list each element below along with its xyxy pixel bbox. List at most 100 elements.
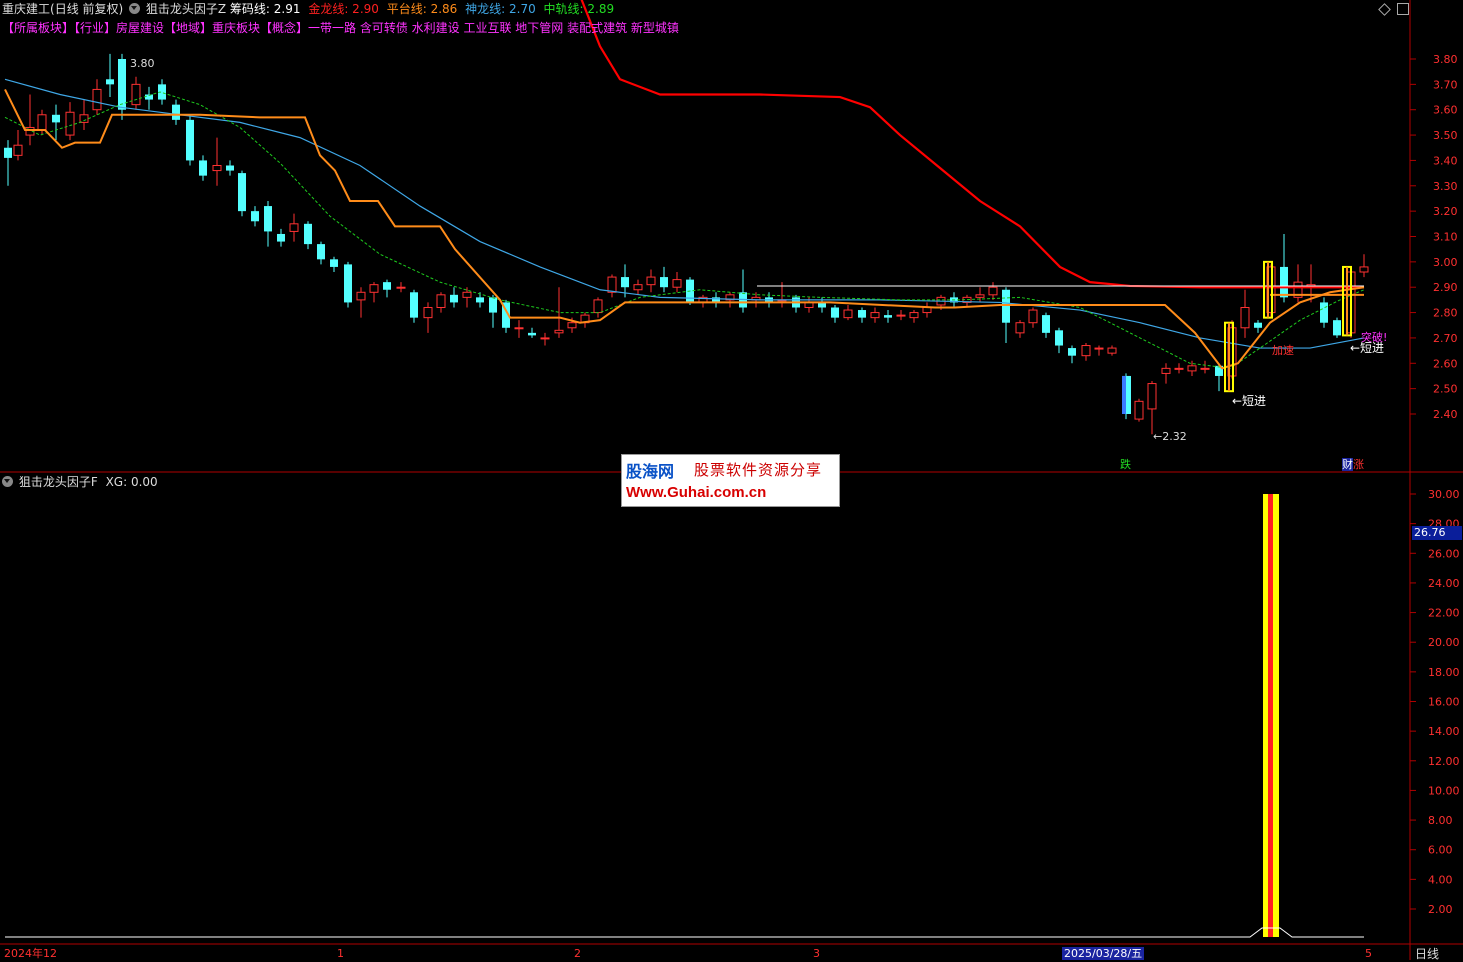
high-price-label: 3.80 [130,57,155,70]
candle-body-up [607,276,617,293]
main-axis-label: 3.40 [1433,154,1458,167]
sub-panel-header: 狙击龙头因子F XG: 0.00 [2,474,158,490]
main-axis-label: 3.50 [1433,129,1458,142]
candle-body-up [1081,345,1091,357]
zhang-label: 涨 [1353,458,1364,471]
xg-baseline [5,927,1364,938]
mid-line-value: 中轨线: 2.89 [543,2,615,16]
candle-body-up [540,337,550,340]
candle-body-down [528,332,536,336]
candle-body-down [383,282,391,290]
candle-body-up [212,165,222,172]
buy-signal-core [1267,261,1269,318]
period-button[interactable]: 日线 [1415,945,1439,962]
candle-body-up [988,286,998,296]
gold-line-value: 金龙线: 2.90 [308,2,379,16]
candle-body-down [476,297,484,303]
chart-mode: (日线 前复权) [50,2,124,16]
watermark-name: 股海网 [626,462,675,481]
candle-body-up [1359,266,1369,273]
candle-body-down [1254,322,1262,328]
breakout-label: 突破! [1361,331,1388,344]
candle-body-up [1107,347,1117,354]
short-entry-label-1: ←短进 [1232,394,1267,408]
candle-body-up [356,291,366,301]
candle-body-up [1147,383,1157,410]
stock-name[interactable]: 重庆建工 [2,2,50,16]
candle-body-up [567,322,577,329]
candle-body-up [13,144,23,156]
sub-axis-label: 12.00 [1428,755,1460,768]
candle-body-up [1015,322,1025,334]
main-axis-label: 2.40 [1433,408,1458,421]
window-icon[interactable] [1397,3,1409,15]
candle-body-up [65,111,75,136]
sub-axis-label: 8.00 [1428,814,1453,827]
candle-body-up [593,299,603,314]
time-label-start: 2024年12 [4,947,57,960]
main-axis-label: 2.90 [1433,281,1458,294]
candle-body-up [1134,400,1144,420]
main-axis-label: 2.60 [1433,357,1458,370]
candle-body-up [37,114,47,131]
candle-body-down [344,264,352,303]
candle-body-down [858,310,866,318]
xg-signal-core [1268,494,1273,937]
candle-body-up [909,312,919,319]
candle-body-up [1187,365,1197,372]
buy-signal-core [1346,266,1348,336]
candle-body-down [304,223,312,245]
candle-body-up [1161,367,1171,374]
candle-body-up [514,327,524,330]
candle-body-up [896,314,906,317]
candle-body-down [884,315,892,318]
main-axis-label: 2.50 [1433,383,1458,396]
sub-axis-label: 20.00 [1428,636,1460,649]
main-axis-label: 3.80 [1433,53,1458,66]
candle-body-up [423,307,433,319]
candle-body-down [1068,348,1076,356]
sub-axis-label: 16.00 [1428,696,1460,709]
dropdown-icon[interactable] [2,476,13,487]
candle-body-up [1200,367,1210,370]
sub-axis-label: 18.00 [1428,666,1460,679]
indicator-name[interactable]: 狙击龙头因子Z [146,2,226,16]
xg-value: XG: 0.00 [105,475,158,489]
candle-body-down [172,104,180,120]
candle-body-down [4,147,12,158]
candle-body-down [264,206,272,232]
dropdown-icon[interactable] [129,3,141,14]
chart-window: 3.80 3.70 3.60 3.50 3.40 3.30 3.20 3.10 3.00 2.90… [0,0,1463,962]
main-axis-label: 2.80 [1433,307,1458,320]
current-value-badge: 26.76 [1412,526,1462,540]
low-price-label: ←2.32 [1153,430,1187,443]
time-label-m2: 2 [574,947,581,960]
candle-body-up [92,88,102,111]
main-axis-label: 3.60 [1433,104,1458,117]
candle-body-down [1042,315,1050,333]
main-axis-label: 3.20 [1433,205,1458,218]
candle-body-up [1094,347,1104,350]
chip-line-value: 筹码线: 2.91 [229,2,301,16]
time-label-m3: 3 [813,947,820,960]
candle-body-up [1240,307,1250,329]
sub-indicator-name[interactable]: 狙击龙头因子F [19,475,98,489]
platform-line [4,88,1365,370]
candle-body-down [621,277,629,288]
main-axis-label: 3.30 [1433,180,1458,193]
sub-axis-label: 26.00 [1428,547,1460,560]
god-line [4,78,1365,349]
candle-body-up [843,309,853,319]
time-label-m1: 1 [337,947,344,960]
god-line-value: 神龙线: 2.70 [465,2,536,16]
candle-body-down [330,259,338,267]
candle-body-down [831,307,839,318]
candle-body-down [1002,289,1010,323]
sub-axis-label: 2.00 [1428,903,1453,916]
candle-body-up [436,294,446,309]
cursor-date: 2025/03/28/五 [1062,947,1145,960]
candle-body-down [251,211,259,222]
time-label-m5: 5 [1365,947,1372,960]
candle-body-up [1174,367,1184,370]
main-axis-label: 3.00 [1433,256,1458,269]
